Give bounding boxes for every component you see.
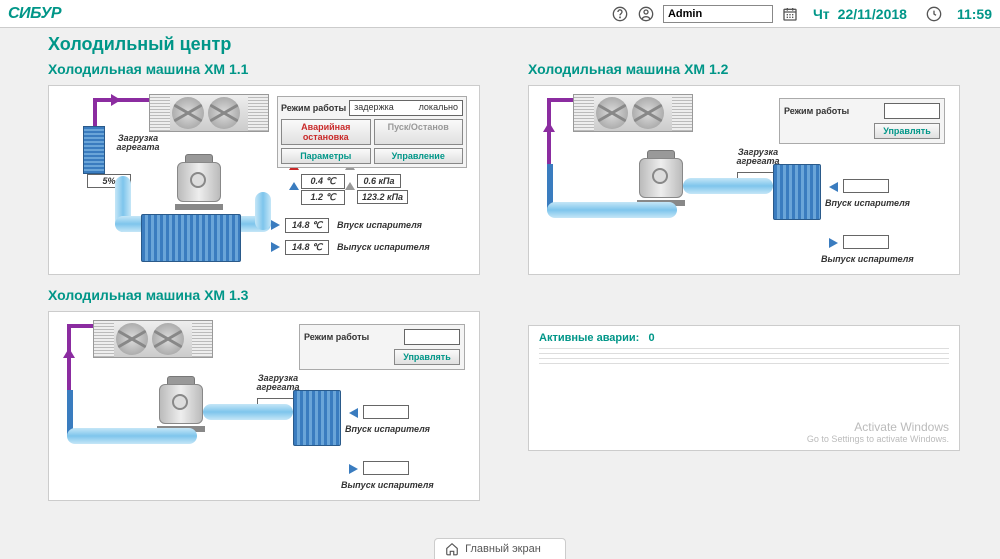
- header-bar: СИБУР Чт 22/11/2018 11:59: [0, 0, 1000, 28]
- emergency-stop-button[interactable]: Аварийная остановка: [281, 119, 371, 145]
- heat-exchanger-icon: [773, 164, 821, 220]
- machine-title-xm12: Холодильная машина ХМ 1.2: [528, 61, 960, 77]
- header-date: 22/11/2018: [838, 6, 907, 22]
- control-button[interactable]: Управлять: [394, 349, 460, 365]
- machine-panel-xm11: Загрузка агрегата 5%: [48, 85, 480, 275]
- machine-panel-xm12: Загрузка агрегата Впуск испарителя: [528, 85, 960, 275]
- press1-value: 0.6 кПа: [357, 174, 401, 188]
- heat-exchanger-icon: [141, 214, 241, 262]
- calendar-icon[interactable]: [781, 5, 799, 23]
- inlet-label: Впуск испарителя: [825, 198, 910, 208]
- start-stop-button: Пуск/Останов: [374, 119, 464, 145]
- bottom-bar: Главный экран: [0, 537, 1000, 559]
- condenser-fan-unit: [573, 94, 693, 132]
- outlet-value: [363, 461, 409, 475]
- parameters-button[interactable]: Параметры: [281, 148, 371, 164]
- heat-exchanger-icon: [293, 390, 341, 446]
- mode-label: Режим работы: [304, 332, 369, 342]
- user-field[interactable]: [663, 5, 773, 23]
- user-icon[interactable]: [637, 5, 655, 23]
- alarm-title-prefix: Активные аварии:: [539, 332, 639, 344]
- alarm-count: 0: [649, 332, 655, 344]
- load-label: Загрузка агрегата: [113, 134, 163, 152]
- condenser-fan-unit: [93, 320, 213, 358]
- inlet-value: [843, 179, 889, 193]
- evaporator-coil: [83, 126, 105, 174]
- machine-panel-xm13: Загрузка агрегата Впуск испарителя Выпус…: [48, 311, 480, 501]
- inlet-label: Впуск испарителя: [345, 424, 430, 434]
- home-tab-label: Главный экран: [465, 543, 541, 555]
- control-panel-xm13: Режим работы Управлять: [299, 324, 465, 370]
- condenser-fan-unit: [149, 94, 269, 132]
- compressor-icon: [175, 154, 223, 210]
- temp2-value: 1.2 ℃: [301, 190, 345, 205]
- control-panel-xm12: Режим работы Управлять: [779, 98, 945, 144]
- mode-value2: локально: [419, 102, 458, 114]
- control-button[interactable]: Управлять: [874, 123, 940, 139]
- alarm-panel: Активные аварии: 0 Activate Windows Go t…: [528, 325, 960, 451]
- outlet-label: Выпуск испарителя: [337, 242, 430, 252]
- mode-display: [884, 103, 940, 119]
- temp1-value: 0.4 ℃: [301, 174, 345, 189]
- header-day: Чт: [813, 6, 830, 22]
- compressor-icon: [637, 150, 685, 206]
- inlet-value: [363, 405, 409, 419]
- mode-display: задержка локально: [349, 100, 463, 116]
- machine-title-xm11: Холодильная машина ХМ 1.1: [48, 61, 480, 77]
- mode-display: [404, 329, 460, 345]
- compressor-icon: [157, 376, 205, 432]
- mode-label: Режим работы: [784, 106, 849, 116]
- control-button[interactable]: Управление: [374, 148, 464, 164]
- inlet-value: 14.8 ℃: [285, 218, 329, 233]
- outlet-value: 14.8 ℃: [285, 240, 329, 255]
- logo: СИБУР: [8, 5, 61, 23]
- page-title: Холодильный центр: [48, 34, 960, 55]
- outlet-value: [843, 235, 889, 249]
- mode-label: Режим работы: [281, 103, 346, 113]
- home-tab[interactable]: Главный экран: [434, 538, 566, 559]
- control-panel-xm11: Режим работы задержка локально Аварийная…: [277, 96, 467, 168]
- press2-value: 123.2 кПа: [357, 190, 408, 204]
- inlet-label: Впуск испарителя: [337, 220, 422, 230]
- outlet-label: Выпуск испарителя: [341, 480, 434, 490]
- help-icon[interactable]: [611, 5, 629, 23]
- mode-value1: задержка: [354, 102, 394, 114]
- watermark-line1: Activate Windows: [807, 420, 949, 434]
- machine-title-xm13: Холодильная машина ХМ 1.3: [48, 287, 480, 303]
- home-icon: [445, 542, 459, 556]
- header-time: 11:59: [957, 6, 992, 22]
- watermark-line2: Go to Settings to activate Windows.: [807, 434, 949, 444]
- outlet-label: Выпуск испарителя: [821, 254, 914, 264]
- clock-icon: [925, 5, 943, 23]
- windows-watermark: Activate Windows Go to Settings to activ…: [807, 420, 949, 444]
